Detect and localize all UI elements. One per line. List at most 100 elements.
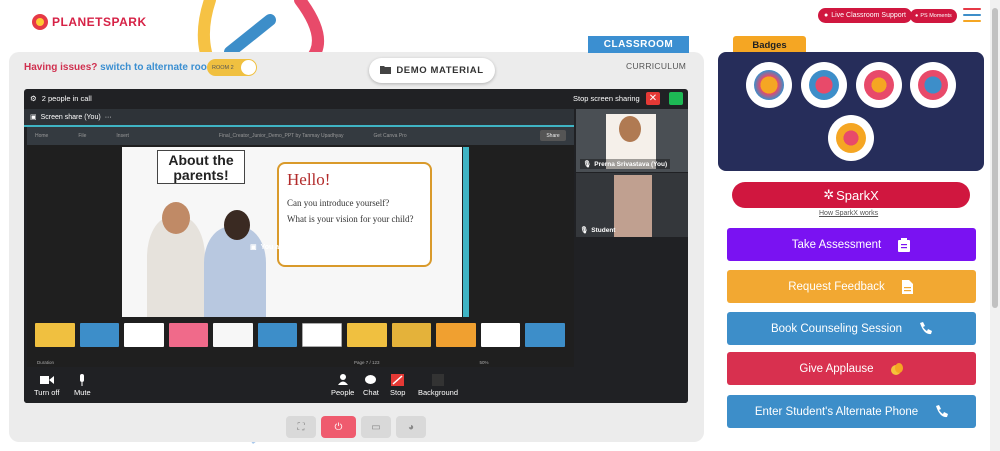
planetspark-logo[interactable]: PLANETSPARK xyxy=(32,14,147,30)
slide-thumbnail[interactable] xyxy=(347,323,387,347)
slide-thumbnail[interactable] xyxy=(124,323,164,347)
people-button[interactable]: People xyxy=(331,373,354,397)
camera-icon xyxy=(39,373,54,386)
people-label: People xyxy=(331,388,355,397)
demo-material-button[interactable]: DEMO MATERIAL xyxy=(369,58,495,83)
alternate-room-link[interactable]: switch to alternate room xyxy=(100,62,216,73)
zoom-label: 50% xyxy=(479,359,489,365)
camera-icon: ● xyxy=(915,13,919,19)
slide-thumbnail[interactable] xyxy=(213,323,253,347)
palette-icon[interactable]: ◕ xyxy=(396,416,426,438)
participant-name-label: Student xyxy=(591,226,616,234)
slide-thumbnail[interactable] xyxy=(168,323,209,347)
room-toggle-label: ROOM 2 xyxy=(212,64,234,71)
issues-message: Having issues? switch to alternate room xyxy=(24,62,216,73)
participant-name-label: Prerna Srivastava (You) xyxy=(594,160,668,168)
mic-icon: 🎙 xyxy=(583,161,592,168)
how-sparkx-link[interactable]: How SparkX works xyxy=(819,210,878,217)
screen-share-tab[interactable]: ▣ Screen share (You) ··· xyxy=(24,109,574,127)
turn-off-camera-button[interactable]: Turn off xyxy=(34,373,59,397)
trophy-badge-icon[interactable] xyxy=(746,62,792,108)
sparkx-label: SparkX xyxy=(836,187,879,203)
ribbon-file-name: Final_Creator_Junior_Demo_PPT by Tanmay … xyxy=(218,133,344,139)
alternate-phone-button[interactable]: Enter Student's Alternate Phone xyxy=(727,395,976,428)
background-icon xyxy=(432,373,445,386)
background-label: Background xyxy=(418,388,459,397)
mic-icon: 🎙 xyxy=(580,227,589,234)
slide-thumbnail[interactable] xyxy=(257,323,298,347)
alternate-phone-label: Enter Student's Alternate Phone xyxy=(754,405,919,418)
mute-button[interactable]: Mute xyxy=(74,373,91,397)
tab-curriculum[interactable]: CURRICULUM xyxy=(626,61,686,71)
page-label: Page 7 / 123 xyxy=(354,359,380,365)
ribbon-item: File xyxy=(78,133,87,139)
people-count-label: 2 people in call xyxy=(41,94,92,103)
screen-share-tab-label: Screen share (You) xyxy=(40,113,101,121)
classroom-controls: ⛶ ⏻ ▭ ◕ xyxy=(286,416,426,438)
chat-icon xyxy=(365,373,377,386)
mute-label: Mute xyxy=(74,388,91,397)
give-applause-button[interactable]: Give Applause xyxy=(727,352,976,385)
clapping-hands-icon xyxy=(890,362,904,376)
slide-thumbnail[interactable] xyxy=(79,323,120,347)
slide-thumbnail[interactable] xyxy=(436,323,476,347)
give-applause-label: Give Applause xyxy=(799,362,874,375)
badges-panel xyxy=(718,52,984,171)
tab-classroom[interactable]: CLASSROOM xyxy=(588,36,689,53)
stop-sharing-close-icon[interactable]: ✕ xyxy=(646,92,660,105)
participant-tile-student[interactable]: 🎙 Student xyxy=(576,173,688,237)
slide-thumbnail[interactable] xyxy=(480,323,521,347)
slide-father-head xyxy=(162,202,190,234)
ps-moments-button[interactable]: ● PS Moments xyxy=(910,9,957,23)
slide-thumbnails xyxy=(35,323,565,347)
slide-thumbnail[interactable] xyxy=(35,323,75,347)
turn-off-label: Turn off xyxy=(34,388,60,397)
room-toggle[interactable]: ROOM 2 xyxy=(207,59,257,76)
slide-thumbnail[interactable] xyxy=(525,323,565,347)
sharing-screen-label: You are sharing your screen xyxy=(260,243,355,251)
stop-label: Stop xyxy=(390,388,406,397)
video-call-window: ⚙ 2 people in call Stop screen sharing ✕… xyxy=(24,89,688,403)
call-toolbar: Turn off Mute People Chat Stop Backgroun… xyxy=(24,367,688,403)
background-button[interactable]: Background xyxy=(418,373,458,397)
power-icon[interactable]: ⏻ xyxy=(321,416,356,438)
book-counseling-button[interactable]: Book Counseling Session xyxy=(727,312,976,345)
stop-share-button[interactable]: Stop xyxy=(390,373,405,397)
participant-tile-teacher[interactable]: 🎙 Prerna Srivastava (You) xyxy=(576,109,688,172)
stop-sharing-label: Stop screen sharing xyxy=(573,94,640,103)
chat-button[interactable]: Chat xyxy=(363,373,379,397)
live-support-button[interactable]: ● Live Classroom Support xyxy=(818,8,912,23)
slide-thumbnail[interactable] xyxy=(391,323,432,347)
student-video xyxy=(614,175,652,237)
more-options-icon[interactable]: ··· xyxy=(105,114,112,121)
live-support-label: Live Classroom Support xyxy=(831,12,906,19)
scrollbar-thumb[interactable] xyxy=(992,8,998,308)
microphone-icon xyxy=(78,373,86,386)
logo-icon xyxy=(32,14,48,30)
slide-hello-bubble: Hello! Can you introduce yourself? What … xyxy=(277,162,432,267)
mask-badge-icon[interactable] xyxy=(828,115,874,161)
settings-icon[interactable]: ⚙ xyxy=(30,94,37,103)
people-count: ⚙ 2 people in call xyxy=(30,94,92,103)
slide-about-heading: About the parents! xyxy=(157,150,245,184)
screen-share-indicator-button[interactable] xyxy=(669,92,683,105)
take-assessment-button[interactable]: Take Assessment xyxy=(727,228,976,261)
stop-share-icon xyxy=(391,373,405,386)
slide-mother-head xyxy=(224,210,250,240)
shared-screen: Home File Insert Final_Creator_Junior_De… xyxy=(27,127,574,367)
team-badge-icon[interactable] xyxy=(801,62,847,108)
book-counseling-label: Book Counseling Session xyxy=(770,322,903,335)
slide-thumbnail[interactable] xyxy=(302,323,343,347)
speaker-badge-icon[interactable] xyxy=(910,62,956,108)
page-scrollbar[interactable] xyxy=(990,0,1000,451)
hamburger-menu-icon[interactable] xyxy=(963,8,981,22)
sparkx-button[interactable]: ✲ SparkX xyxy=(732,182,970,208)
duration-label: Duration xyxy=(37,359,55,365)
phone-icon xyxy=(934,405,948,419)
star-badge-icon[interactable] xyxy=(856,62,902,108)
ribbon-item: Home xyxy=(35,133,49,139)
fullscreen-icon[interactable]: ⛶ xyxy=(286,416,316,438)
request-feedback-button[interactable]: Request Feedback xyxy=(727,270,976,303)
screen-icon[interactable]: ▭ xyxy=(361,416,391,438)
ribbon-canva: Get Canva Pro xyxy=(373,133,407,139)
